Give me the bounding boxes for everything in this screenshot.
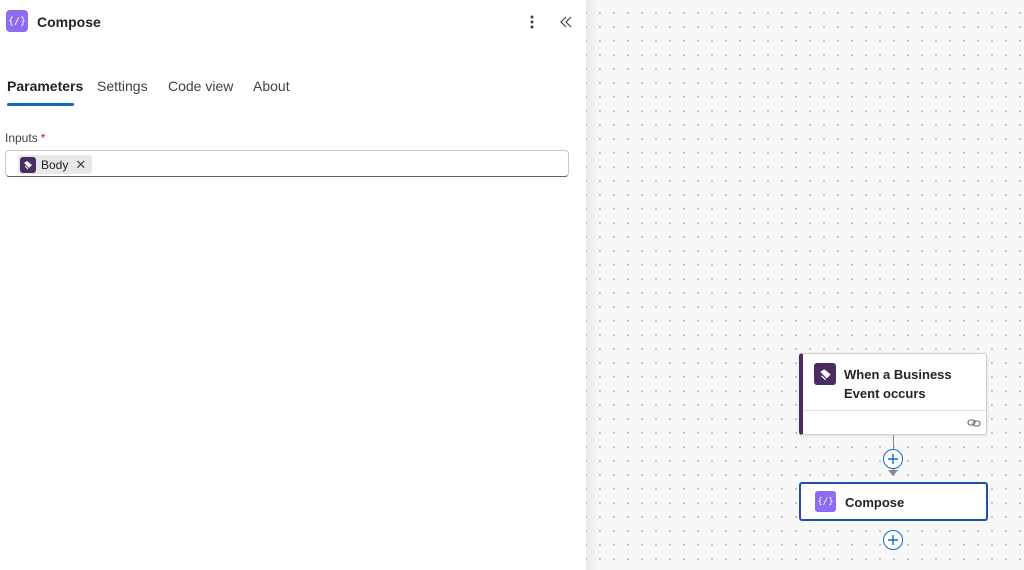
trigger-node[interactable]: When a Business Event occurs — [799, 353, 987, 435]
compose-node-title: Compose — [845, 495, 905, 510]
node-divider — [803, 410, 987, 411]
tab-about[interactable]: About — [253, 78, 290, 94]
token-label: Body — [41, 157, 69, 172]
inputs-label: Inputs * — [5, 131, 45, 145]
dynamic-content-token[interactable]: Body ✕ — [18, 155, 93, 174]
inputs-field[interactable]: Body ✕ — [5, 150, 569, 177]
business-event-icon — [20, 156, 36, 173]
trigger-node-title: When a Business Event occurs — [844, 367, 952, 401]
tab-parameters[interactable]: Parameters — [7, 78, 83, 94]
compose-icon: {/} — [815, 491, 836, 512]
panel-title: Compose — [37, 14, 101, 30]
remove-token-icon[interactable]: ✕ — [75, 158, 86, 171]
active-tab-indicator — [7, 103, 74, 106]
connector-arrow — [888, 470, 898, 476]
business-event-icon — [814, 363, 836, 385]
plus-icon — [888, 535, 898, 545]
more-vertical-icon — [530, 15, 534, 29]
inputs-label-text: Inputs — [5, 131, 38, 145]
panel-header: {/} Compose — [0, 0, 586, 44]
panel-tabs: Parameters Settings Code view About — [0, 72, 586, 108]
compose-node[interactable]: {/} Compose — [799, 482, 988, 521]
more-options-button[interactable] — [522, 11, 542, 33]
insert-step-button[interactable] — [883, 449, 903, 469]
plus-icon — [888, 454, 898, 464]
action-details-panel: {/} Compose Parameters Settings Code vie… — [0, 0, 586, 570]
required-mark: * — [40, 131, 46, 145]
tab-settings[interactable]: Settings — [97, 78, 148, 94]
chevron-double-left-icon — [560, 16, 572, 28]
tab-code-view[interactable]: Code view — [168, 78, 233, 94]
link-icon[interactable] — [967, 416, 981, 430]
collapse-panel-button[interactable] — [556, 11, 576, 33]
compose-icon: {/} — [6, 10, 28, 32]
add-step-button[interactable] — [883, 530, 903, 550]
